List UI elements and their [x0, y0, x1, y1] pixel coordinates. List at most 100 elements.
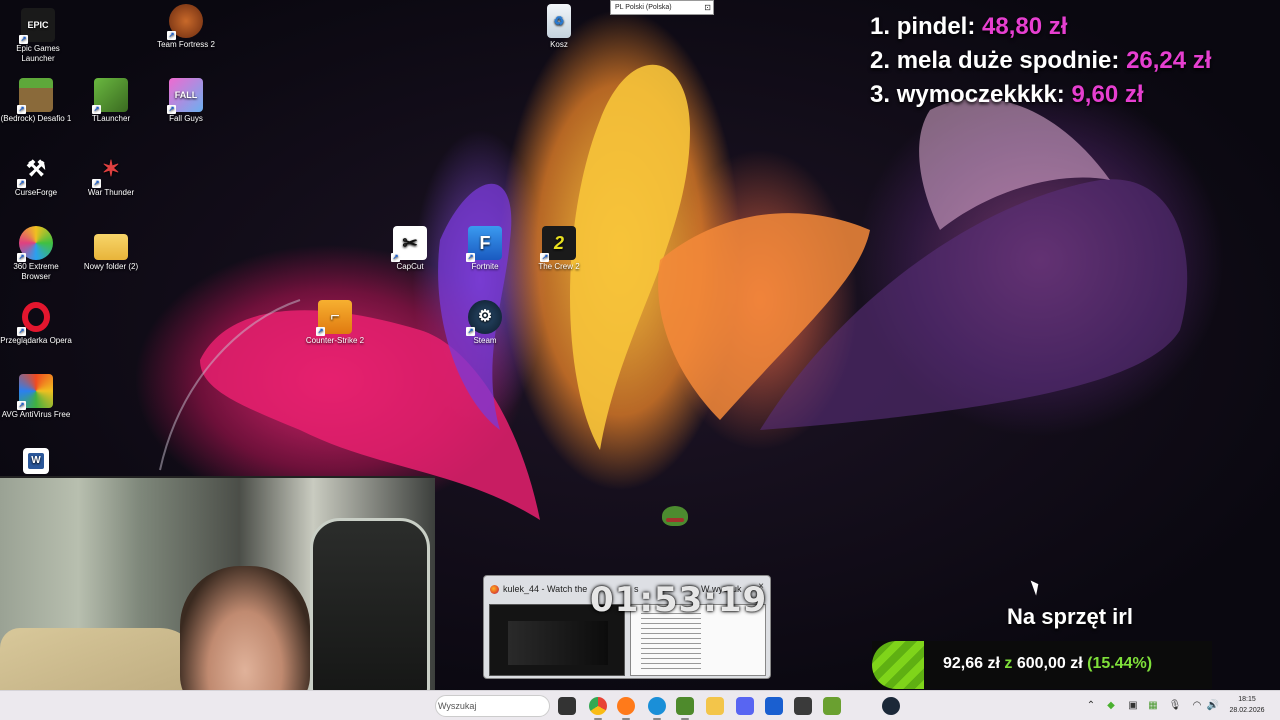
- desktop-icon-label: CapCut: [396, 262, 424, 271]
- curseforge-icon: ⚒ ↗: [17, 156, 46, 188]
- desktop-icon-label: The Crew 2: [538, 262, 580, 271]
- desktop-icon-bedrock-desafio[interactable]: ↗ (Bedrock) Desafio 1: [0, 78, 74, 124]
- volume-icon[interactable]: 🔊: [1206, 699, 1220, 713]
- leaderboard-row: 1. pindel: 48,80 zł: [870, 10, 1270, 44]
- desktop-icon-fortnite[interactable]: F ↗ Fortnite: [447, 226, 523, 272]
- desktop-icon-label: Kosz: [550, 40, 568, 49]
- desktop-icon-label: Epic Games Launcher: [16, 44, 60, 63]
- capcut-icon: ✂ ↗: [391, 226, 427, 262]
- epic-games-icon: EPIC ↗: [19, 8, 55, 44]
- opera-icon: ↗: [17, 300, 53, 336]
- webcam-gaming-chair: [310, 518, 430, 718]
- folder-icon: [94, 234, 128, 260]
- the-crew-2-icon: 2 ↗: [540, 226, 576, 262]
- desktop-icon-label: CurseForge: [14, 188, 58, 197]
- stream-timer: 01:53:19: [590, 580, 768, 620]
- task-view-icon[interactable]: [558, 697, 576, 715]
- desktop-icon-the-crew-2[interactable]: 2 ↗ The Crew 2: [521, 226, 597, 272]
- search-placeholder: Wyszukaj: [438, 701, 477, 711]
- desktop-icon-label: Counter-Strike 2: [305, 336, 365, 345]
- desktop-icon-label: Steam: [473, 336, 497, 345]
- leaderboard-amount: 26,24 zł: [1126, 47, 1212, 74]
- minecraft-icon[interactable]: [676, 697, 694, 720]
- desktop-icon-label: TLauncher: [91, 114, 131, 123]
- language-bar-restore-icon[interactable]: ⊡: [704, 1, 711, 14]
- desktop-icon-label: War Thunder: [87, 188, 135, 197]
- microphone-icon[interactable]: 🎙: [1168, 699, 1182, 713]
- goal-percent: (15.44%): [1087, 655, 1153, 672]
- recycle-bin-icon: ♻: [547, 4, 571, 38]
- pepe-sticker-icon: [662, 506, 688, 526]
- chevron-up-icon[interactable]: ⌃: [1084, 699, 1098, 713]
- desktop-icon-label: AVG AntiVirus Free: [1, 410, 71, 419]
- desktop-icon-avg-antivirus[interactable]: ↗ AVG AntiVirus Free: [0, 374, 74, 420]
- counter-strike-icon: ⌐ ↗: [316, 300, 352, 336]
- leaderboard-rank: 2.: [870, 47, 891, 74]
- goal-separator: z: [1004, 655, 1013, 672]
- webcam-feed: [0, 476, 435, 720]
- leaderboard-name: pindel:: [896, 13, 976, 40]
- tray-app-icon[interactable]: ▣: [1126, 699, 1140, 713]
- desktop-icon-curseforge[interactable]: ⚒ ↗ CurseForge: [0, 152, 74, 198]
- minecraft-bedrock-icon: ↗: [17, 78, 53, 114]
- app-blue-icon[interactable]: [765, 697, 783, 715]
- desktop-icon-capcut[interactable]: ✂ ↗ CapCut: [372, 226, 448, 272]
- 360-browser-icon: ↗: [17, 226, 53, 262]
- leaderboard-amount: 9,60 zł: [1071, 81, 1144, 108]
- steam-taskbar-icon[interactable]: [882, 697, 900, 715]
- language-label: PL Polski (Polska): [615, 4, 672, 11]
- thumbnail-title-1[interactable]: kulek_44 - Watch the: [490, 584, 587, 594]
- word-icon: W: [23, 448, 49, 474]
- thumbnail-title-text: kulek_44 - Watch the: [503, 584, 588, 594]
- desktop-icon-tlauncher[interactable]: ↗ TLauncher: [73, 78, 149, 124]
- desktop-icon-epic-games[interactable]: EPIC ↗ Epic Games Launcher: [0, 8, 76, 64]
- taskbar-clock[interactable]: 18:15 28.02.2026: [1222, 694, 1272, 716]
- desktop-icon-new-folder[interactable]: Nowy folder (2): [73, 226, 149, 272]
- desktop-icon-360-browser[interactable]: ↗ 360 Extreme Browser: [0, 226, 74, 282]
- goal-progress-fill: [872, 641, 924, 689]
- wifi-icon[interactable]: ◠: [1190, 699, 1204, 713]
- leaderboard-amount: 48,80 zł: [982, 13, 1068, 40]
- minecraft-launcher-icon[interactable]: [823, 697, 841, 715]
- desktop-icon-label: Nowy folder (2): [83, 262, 139, 271]
- discord-icon[interactable]: [736, 697, 754, 715]
- firefox-icon: [490, 584, 499, 594]
- team-fortress-icon: ↗: [167, 4, 203, 40]
- nvidia-tray-icon[interactable]: ◆: [1104, 699, 1118, 713]
- leaderboard-row: 3. wymoczekkkk: 9,60 zł: [870, 78, 1270, 112]
- leaderboard-name: mela duże spodnie:: [896, 47, 1120, 74]
- leaderboard-rank: 1.: [870, 13, 891, 40]
- search-input[interactable]: Wyszukaj: [435, 695, 550, 717]
- donation-leaderboard: 1. pindel: 48,80 zł 2. mela duże spodnie…: [870, 10, 1270, 112]
- obs-icon[interactable]: [794, 697, 812, 715]
- desktop-icon-team-fortress-2[interactable]: ↗ Team Fortress 2: [148, 4, 224, 50]
- leaderboard-name: wymoczekkkk:: [896, 81, 1065, 108]
- desktop-icon-label: (Bedrock) Desafio 1: [0, 114, 72, 123]
- desktop-icon-label: Team Fortress 2: [157, 40, 215, 49]
- desktop-icon-label: 360 Extreme Browser: [13, 262, 59, 281]
- goal-current: 92,66 zł: [943, 655, 1000, 672]
- chrome-icon[interactable]: [589, 697, 607, 720]
- firefox-icon[interactable]: [617, 697, 635, 720]
- desktop-icon-steam[interactable]: ⚙ ↗ Steam: [447, 300, 523, 346]
- desktop-icon-opera[interactable]: ↗ Przeglądarka Opera: [0, 300, 74, 346]
- desktop-icon-label: Fall Guys: [169, 114, 203, 123]
- goal-title: Na sprzęt irl: [1007, 604, 1133, 629]
- desktop-icon-war-thunder[interactable]: ✶ ↗ War Thunder: [73, 152, 149, 198]
- file-explorer-icon[interactable]: [706, 697, 724, 715]
- steam-icon: ⚙ ↗: [466, 300, 502, 336]
- desktop-icon-fall-guys[interactable]: FALL ↗ Fall Guys: [148, 78, 224, 124]
- goal-progress-text: 92,66 zł z 600,00 zł (15.44%): [943, 655, 1152, 673]
- desktop-icon-recycle-bin[interactable]: ♻ Kosz: [521, 4, 597, 50]
- desktop-icon-label: Fortnite: [471, 262, 499, 271]
- desktop-icon-word[interactable]: W: [0, 448, 74, 476]
- language-toolbar[interactable]: PL Polski (Polska) ⊡: [610, 0, 714, 15]
- war-thunder-icon: ✶ ↗: [92, 156, 121, 188]
- clock-date: 28.02.2026: [1229, 707, 1265, 714]
- edge-icon[interactable]: [648, 697, 666, 720]
- desktop-icon-counter-strike-2[interactable]: ⌐ ↗ Counter-Strike 2: [297, 300, 373, 346]
- minecraft-tray-icon[interactable]: ▦: [1146, 699, 1160, 713]
- goal-target: 600,00 zł: [1016, 655, 1083, 672]
- taskbar: Wyszukaj ⌃ ◆ ▣ ▦ 🎙 ◠ 🔊 18:15 28.02.2026: [0, 690, 1280, 720]
- leaderboard-row: 2. mela duże spodnie: 26,24 zł: [870, 44, 1270, 78]
